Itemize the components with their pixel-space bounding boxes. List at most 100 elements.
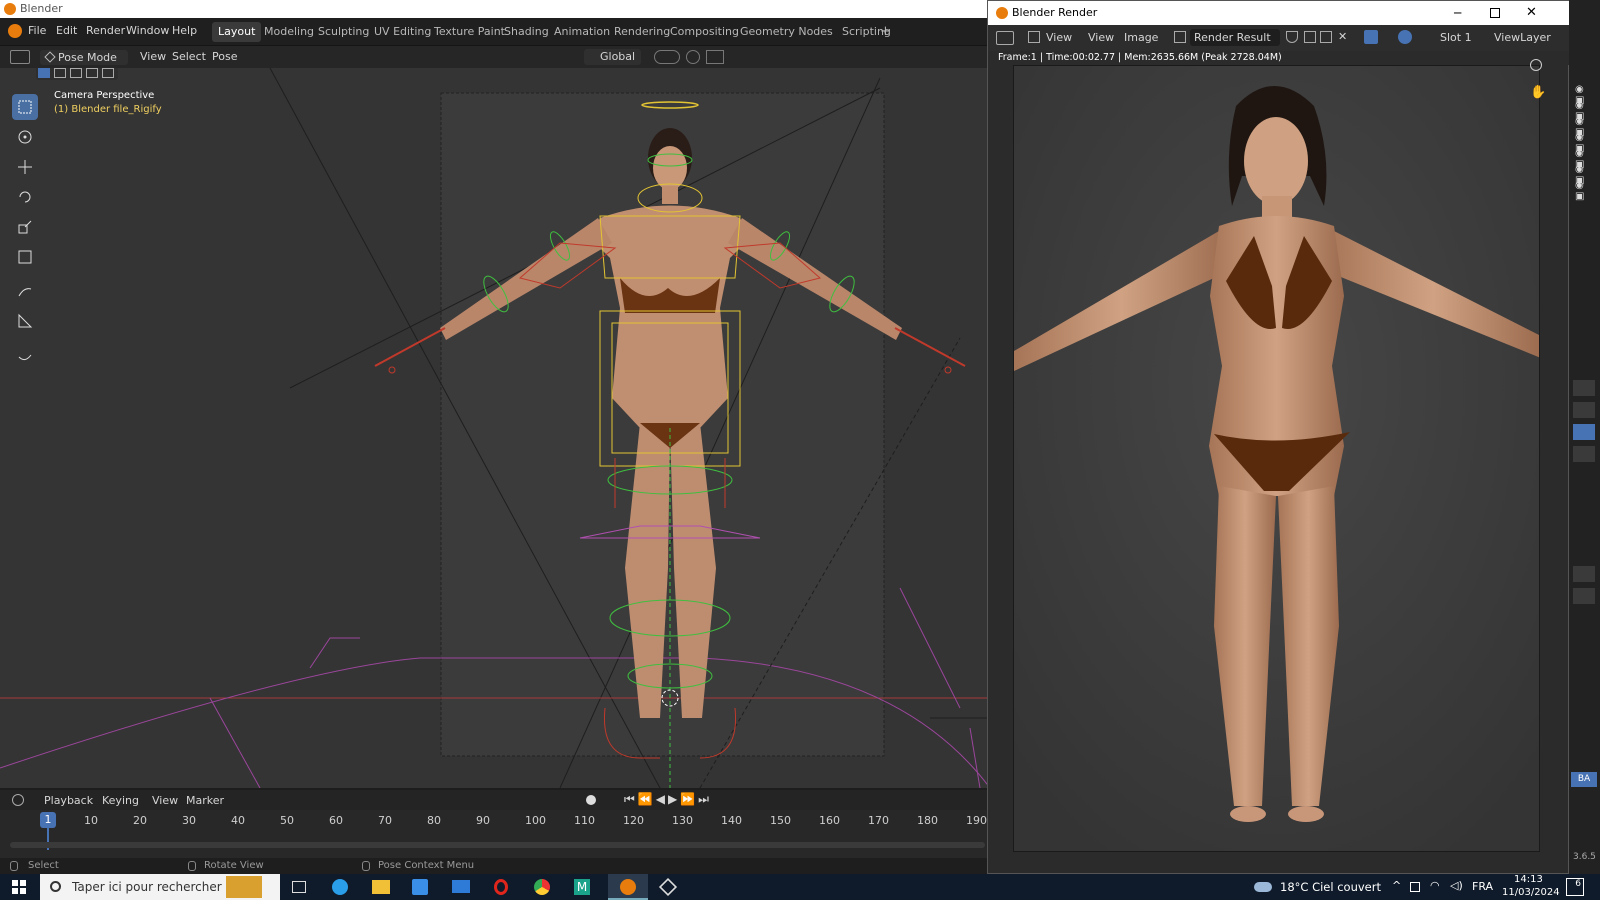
mail-icon[interactable]	[452, 880, 470, 893]
microsoft-store-icon[interactable]	[412, 879, 428, 895]
unlink-image-icon[interactable]: ✕	[1338, 30, 1347, 43]
clock-date[interactable]: 11/03/2024	[1502, 887, 1560, 898]
windows-start-icon[interactable]	[12, 880, 26, 894]
image-view-mode-icon[interactable]	[1028, 31, 1040, 43]
transform-orientation-dropdown[interactable]: Global	[584, 49, 641, 65]
blender-taskbar-item[interactable]	[608, 874, 648, 900]
measure-tool-icon[interactable]	[12, 308, 38, 334]
tab-uv-editing[interactable]: UV Editing	[368, 22, 437, 42]
color-mode-button[interactable]: BA	[1571, 772, 1597, 787]
render-result-image[interactable]	[1013, 65, 1540, 852]
select-mode-new-icon[interactable]	[38, 68, 50, 78]
tab-sculpting[interactable]: Sculpting	[312, 22, 375, 42]
task-view-icon[interactable]	[292, 881, 306, 893]
select-mode-subtract-icon[interactable]	[70, 68, 82, 78]
render-menu-image[interactable]: Image	[1124, 31, 1158, 44]
minimize-icon[interactable]: ─	[1454, 1, 1461, 25]
close-window-icon[interactable]: ✕	[1526, 1, 1537, 25]
property-tab[interactable]	[1573, 566, 1595, 582]
language-indicator[interactable]: FRA	[1472, 880, 1493, 893]
tab-shading[interactable]: Shading	[498, 22, 555, 42]
timeline-menu-view[interactable]: View	[152, 794, 178, 807]
view-layer-dropdown[interactable]: ViewLayer	[1494, 31, 1551, 44]
tab-animation[interactable]: Animation	[548, 22, 616, 42]
zoom-icon[interactable]	[1530, 59, 1542, 71]
status-rotate-view: Rotate View	[204, 860, 264, 871]
pan-hand-icon[interactable]: ✋	[1530, 85, 1546, 100]
notification-center-icon[interactable]: 6	[1566, 878, 1584, 896]
image-name-field[interactable]: Render Result	[1190, 29, 1280, 46]
transform-tool-icon[interactable]	[12, 244, 38, 270]
wifi-icon[interactable]: ◠	[1430, 879, 1440, 892]
slot-dropdown[interactable]: Slot 1	[1440, 31, 1472, 44]
pose-relax-tool-icon[interactable]	[12, 342, 38, 368]
playback-controls[interactable]: ⏮⏪◀▶⏩⏭	[624, 792, 712, 807]
menu-edit[interactable]: Edit	[56, 24, 77, 37]
menu-file[interactable]: File	[28, 24, 46, 37]
render-title-bar: Blender Render ─ ✕	[988, 1, 1570, 25]
add-workspace-icon[interactable]: +	[874, 22, 897, 42]
annotate-tool-icon[interactable]	[12, 278, 38, 304]
tab-modeling[interactable]: Modeling	[258, 22, 320, 42]
snap-icon[interactable]	[686, 50, 700, 64]
select-mode-intersect-icon[interactable]	[102, 68, 114, 78]
open-image-icon[interactable]	[1320, 31, 1332, 43]
file-explorer-icon[interactable]	[372, 880, 390, 894]
render-view-dropdown[interactable]: View	[1046, 31, 1072, 44]
edge-browser-icon[interactable]	[332, 879, 348, 895]
timeline-menu-marker[interactable]: Marker	[186, 794, 224, 807]
3d-app-icon[interactable]	[659, 878, 677, 896]
tab-compositing[interactable]: Compositing	[664, 22, 745, 42]
chrome-browser-icon[interactable]	[534, 879, 550, 895]
cursor-tool-icon[interactable]	[12, 124, 38, 150]
volume-icon[interactable]: ◁)	[1450, 879, 1463, 892]
3d-viewport[interactable]: Camera Perspective (1) Blender file_Rigi…	[0, 68, 990, 788]
select-box-tool-icon[interactable]	[12, 94, 38, 120]
rotate-tool-icon[interactable]	[12, 184, 38, 210]
select-mode-invert-icon[interactable]	[86, 68, 98, 78]
select-mode-extend-icon[interactable]	[54, 68, 66, 78]
tab-layout[interactable]: Layout	[212, 22, 261, 42]
tab-geometry-nodes[interactable]: Geometry Nodes	[734, 22, 839, 42]
menu-window[interactable]: Window	[126, 24, 169, 37]
sample-tool-icon[interactable]	[1364, 30, 1378, 44]
scale-tool-icon[interactable]	[12, 214, 38, 240]
viewport-menu-pose[interactable]: Pose	[212, 50, 237, 63]
network-tray-icon[interactable]	[1410, 882, 1420, 892]
property-tab[interactable]	[1573, 380, 1595, 396]
image-browse-icon[interactable]	[1174, 31, 1186, 43]
record-icon[interactable]	[586, 795, 596, 805]
property-tab-active[interactable]	[1573, 424, 1595, 440]
image-editor-type-icon[interactable]	[996, 31, 1014, 45]
clock-time[interactable]: 14:13	[1514, 874, 1543, 885]
property-tab[interactable]	[1573, 402, 1595, 418]
viewport-menu-select[interactable]: Select	[172, 50, 206, 63]
move-tool-icon[interactable]	[12, 154, 38, 180]
snap-target-icon[interactable]	[706, 50, 724, 64]
editor-type-icon[interactable]	[10, 50, 30, 64]
menu-render[interactable]: Render	[86, 24, 125, 37]
timeline[interactable]: 1 10203040506070809010011012013014015016…	[0, 810, 990, 858]
viewport-overlay-title: Camera Perspective	[54, 90, 154, 101]
viewport-menu-view[interactable]: View	[140, 50, 166, 63]
render-menu-view[interactable]: View	[1088, 31, 1114, 44]
tray-chevron-icon[interactable]: ^	[1392, 879, 1401, 892]
pivot-point-icon[interactable]	[654, 50, 680, 64]
app-m-icon[interactable]: M	[574, 879, 590, 895]
new-image-icon[interactable]	[1304, 31, 1316, 43]
outliner-visibility-toggles[interactable]: ◉ ▣ ◉ ▣ ◉ ▣ ◉ ▣ ◉ ▣ ◉ ▣ ◉ ▣	[1575, 84, 1595, 194]
timeline-menu-keying[interactable]: Keying	[102, 794, 139, 807]
current-frame-indicator[interactable]: 1	[40, 812, 56, 828]
fake-user-icon[interactable]	[1286, 31, 1298, 43]
timeline-scrollbar[interactable]	[10, 842, 985, 848]
opera-browser-icon[interactable]	[494, 879, 508, 895]
maximize-icon[interactable]	[1490, 8, 1500, 18]
overlay-toggle-icon[interactable]	[1398, 30, 1412, 44]
timeline-menu-playback[interactable]: Playback	[44, 794, 93, 807]
blender-menu-icon[interactable]	[8, 24, 22, 38]
property-tab[interactable]	[1573, 588, 1595, 604]
property-tab[interactable]	[1573, 446, 1595, 462]
menu-help[interactable]: Help	[172, 24, 197, 37]
weather-text[interactable]: 18°C Ciel couvert	[1280, 880, 1381, 894]
timeline-editor-icon[interactable]	[12, 794, 24, 806]
